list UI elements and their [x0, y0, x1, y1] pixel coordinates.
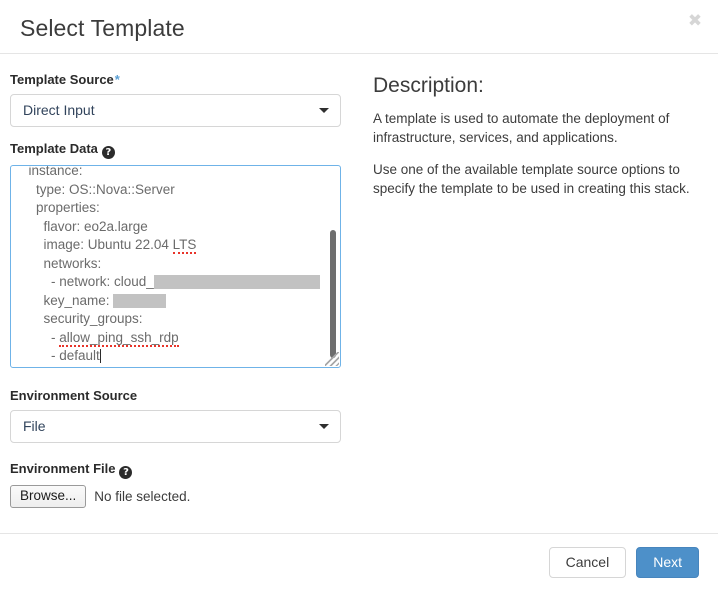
template-data-line: key_name:: [21, 292, 322, 311]
close-icon[interactable]: ✖: [685, 11, 705, 31]
template-source-label-text: Template Source: [10, 72, 114, 87]
template-data-line-text: instance:: [21, 165, 83, 178]
text-cursor: [99, 349, 101, 363]
select-template-modal: Select Template ✖ Template Source* Direc…: [0, 0, 718, 591]
help-icon[interactable]: ?: [119, 466, 133, 479]
cancel-button[interactable]: Cancel: [548, 547, 627, 578]
template-data-content[interactable]: instance: type: OS::Nova::Server propert…: [11, 165, 326, 367]
template-source-select[interactable]: Direct Input: [10, 94, 341, 127]
environment-file-label-text: Environment File: [10, 461, 116, 476]
template-data-line: - allow_ping_ssh_rdp: [21, 329, 322, 348]
template-data-line: instance:: [21, 165, 322, 181]
template-data-line-text: key_name:: [21, 292, 114, 308]
environment-file-input-row: Browse... No file selected.: [10, 485, 355, 508]
description-heading: Description:: [373, 74, 484, 97]
template-data-textarea[interactable]: instance: type: OS::Nova::Server propert…: [10, 165, 341, 368]
template-data-line-text: -: [21, 329, 60, 345]
environment-file-label: Environment File?: [10, 461, 355, 479]
spellcheck-underlined-word: allow_ping_ssh_rdp: [59, 329, 179, 347]
modal-footer: Cancel Next: [0, 533, 718, 591]
environment-source-select-wrap: File: [10, 410, 341, 443]
form-column: Template Source* Direct Input Template D…: [10, 54, 355, 508]
field-template-source: Template Source* Direct Input: [10, 72, 355, 127]
template-data-line-text: type: OS::Nova::Server: [21, 181, 175, 197]
template-data-line-text: properties:: [21, 200, 100, 215]
template-data-textarea-wrap: instance: type: OS::Nova::Server propert…: [10, 165, 341, 368]
field-environment-file: Environment File? Browse... No file sele…: [10, 461, 355, 508]
template-data-line: - network: cloud_: [21, 273, 322, 292]
modal-header: Select Template ✖: [0, 0, 718, 54]
help-icon[interactable]: ?: [101, 146, 115, 159]
description-paragraph-1: A template is used to automate the deplo…: [373, 111, 670, 145]
environment-source-label: Environment Source: [10, 388, 138, 403]
page-title: Select Template: [20, 15, 185, 41]
required-asterisk: *: [114, 72, 120, 87]
template-data-line: - default: [21, 347, 322, 366]
modal-body: Template Source* Direct Input Template D…: [0, 54, 718, 533]
field-template-data: Template Data? instance: type: OS::Nova:…: [10, 141, 355, 368]
redacted-value-block: [153, 275, 320, 289]
template-source-select-wrap: Direct Input: [10, 94, 341, 127]
browse-button[interactable]: Browse...: [10, 485, 87, 508]
textarea-scrollbar-track[interactable]: [329, 167, 339, 366]
template-data-line-text: flavor: eo2a.large: [21, 218, 148, 234]
redacted-value-block: [113, 293, 167, 308]
description-paragraph-2: Use one of the available template source…: [373, 162, 690, 196]
template-data-label: Template Data?: [10, 141, 355, 159]
template-source-label: Template Source*: [10, 72, 355, 88]
template-data-line: type: OS::Nova::Server: [21, 181, 322, 200]
template-data-line-text: - network: cloud_: [21, 274, 154, 289]
spellcheck-underlined-word: LTS: [172, 237, 197, 254]
textarea-scrollbar-thumb[interactable]: [330, 230, 336, 358]
template-data-line-text: networks:: [21, 255, 102, 271]
field-environment-source: Environment Source File: [10, 388, 355, 443]
template-data-line: properties:: [21, 199, 322, 218]
next-button[interactable]: Next: [636, 547, 699, 578]
template-data-line: flavor: eo2a.large: [21, 218, 322, 237]
template-data-label-text: Template Data: [10, 141, 98, 156]
template-data-line: networks:: [21, 255, 322, 274]
template-data-line-text: - default: [21, 348, 100, 363]
template-data-line-text: security_groups:: [21, 311, 143, 326]
description-panel: Description: A template is used to autom…: [373, 54, 693, 212]
template-data-line: image: Ubuntu 22.04 LTS: [21, 236, 322, 255]
template-data-line-text: image: Ubuntu 22.04: [21, 237, 173, 252]
template-data-line: security_groups:: [21, 310, 322, 329]
file-status-text: No file selected.: [94, 489, 191, 504]
environment-source-select[interactable]: File: [10, 410, 341, 443]
